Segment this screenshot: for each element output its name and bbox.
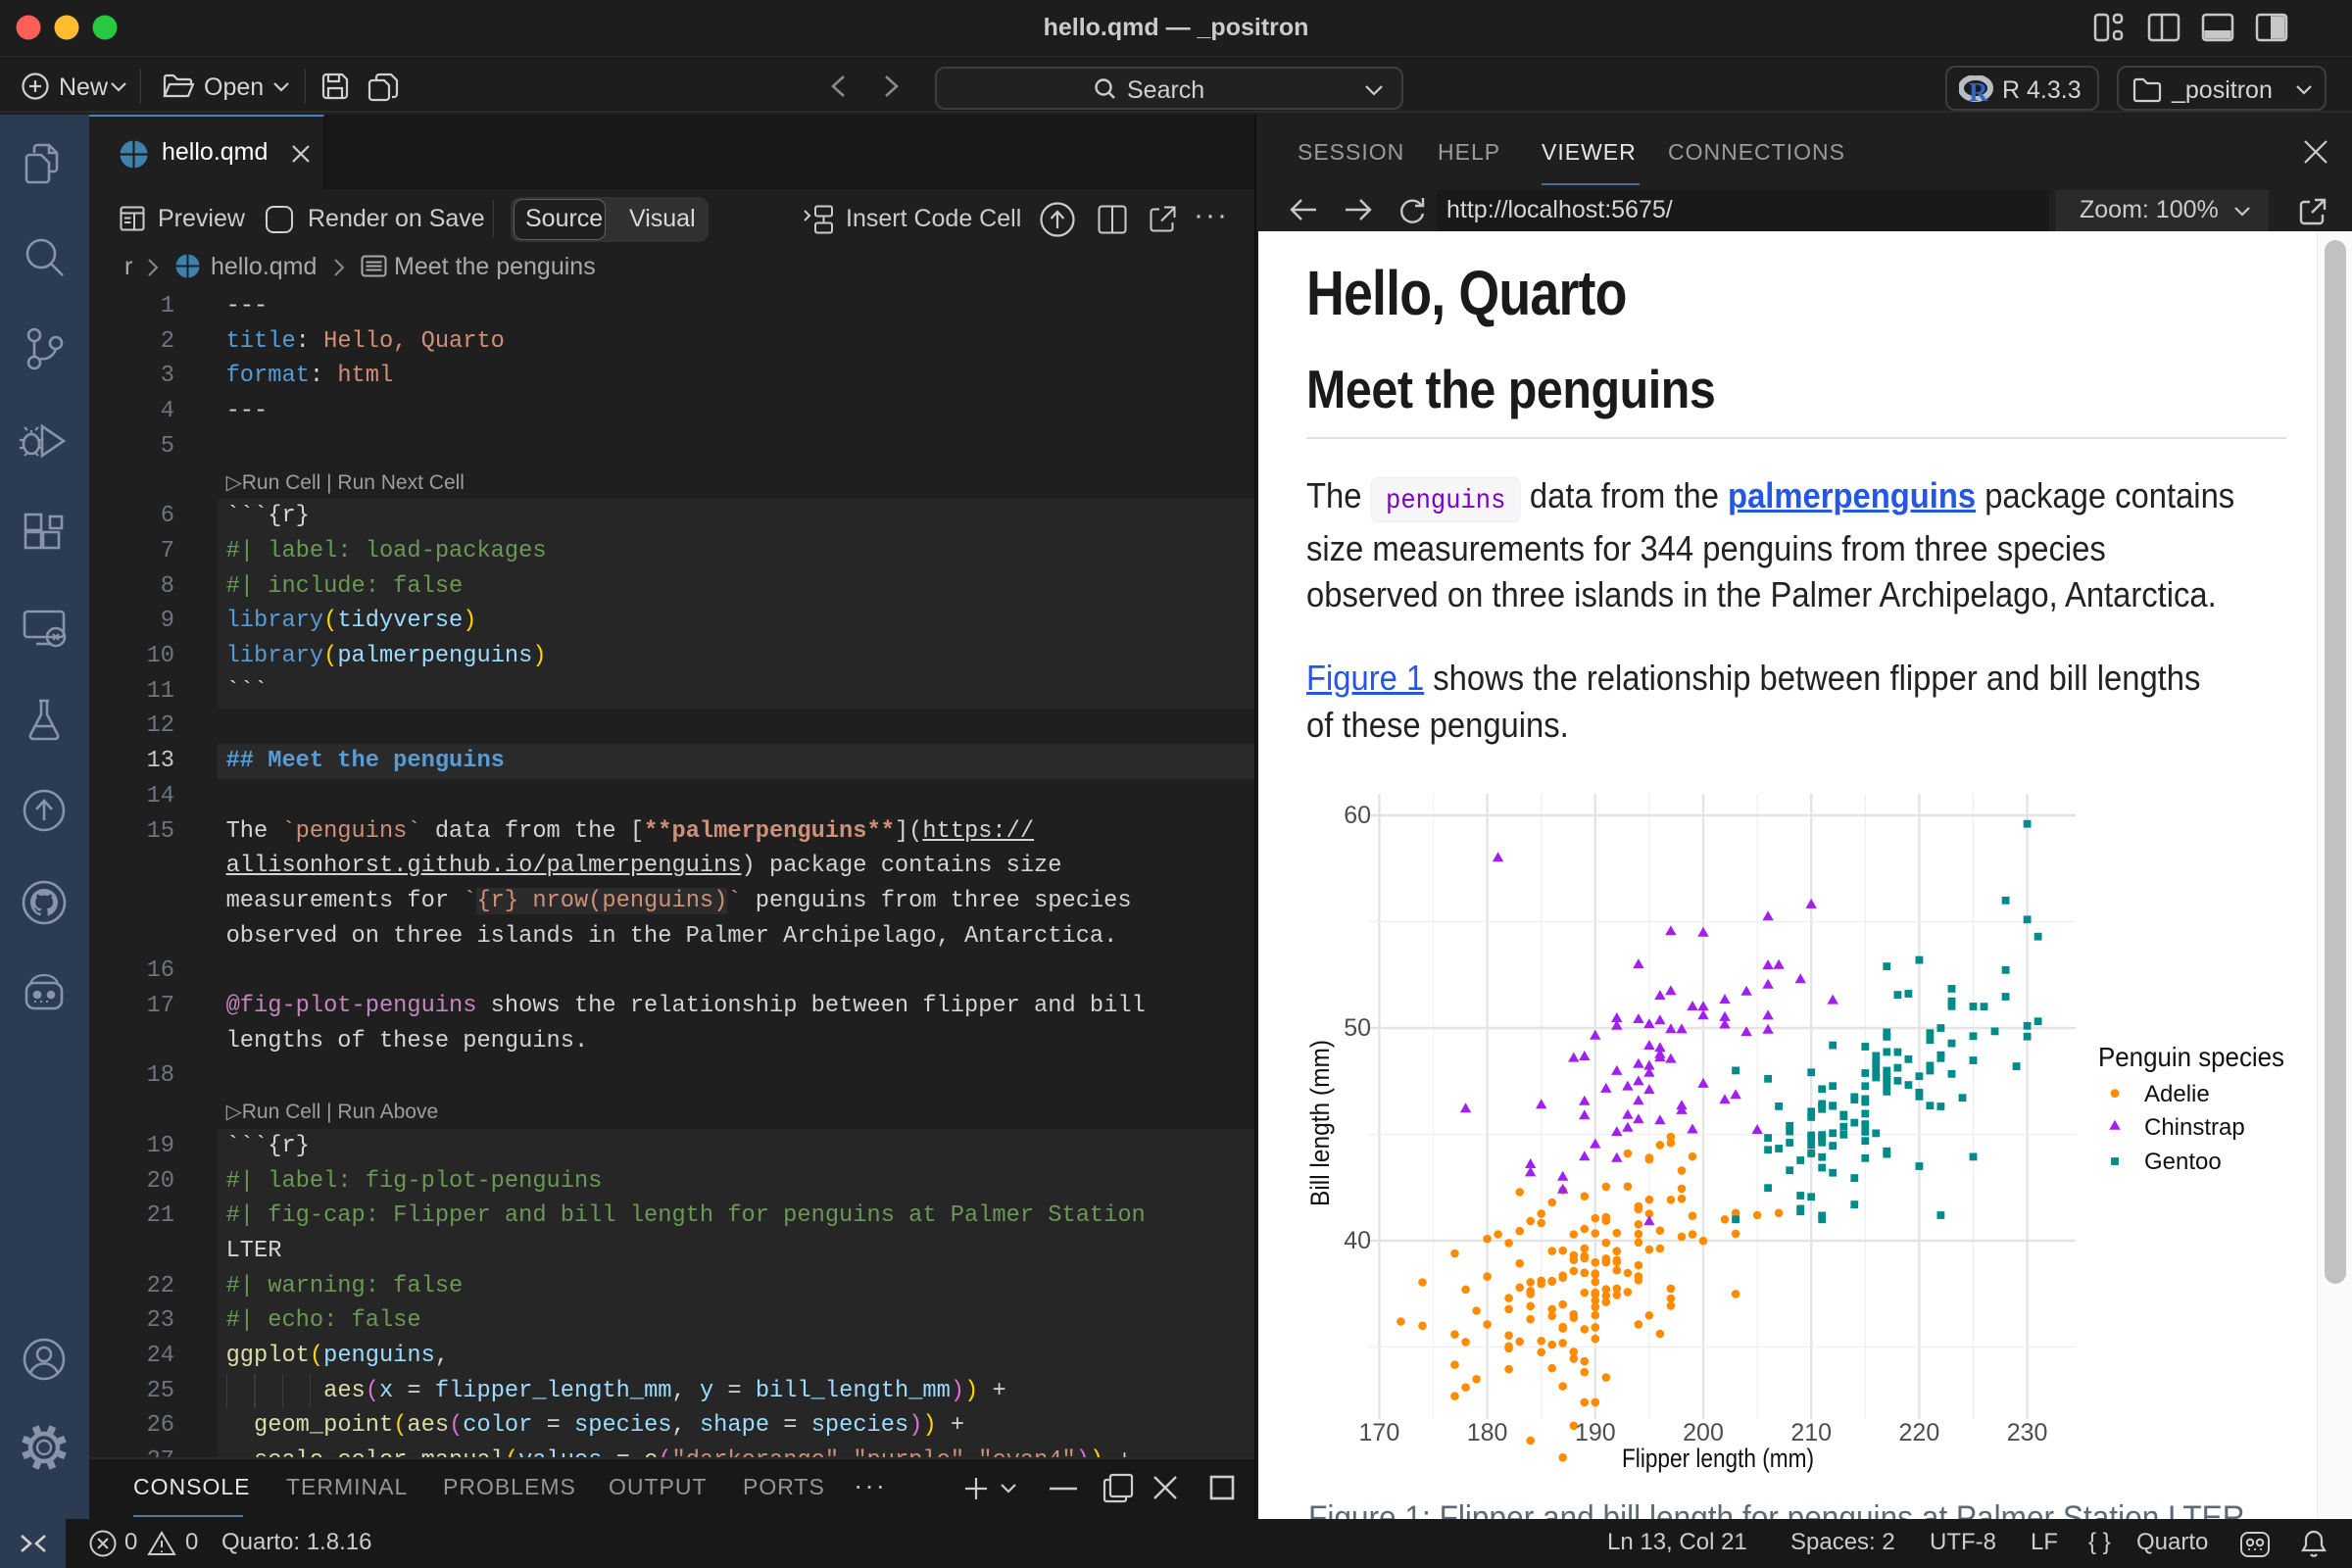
svg-text:180: 180 — [1467, 1419, 1508, 1446]
svg-text:190: 190 — [1575, 1419, 1616, 1446]
svg-text:200: 200 — [1683, 1419, 1724, 1446]
svg-text:230: 230 — [2007, 1419, 2048, 1446]
svg-text:Bill length (mm): Bill length (mm) — [1305, 1040, 1335, 1206]
svg-text:220: 220 — [1899, 1419, 1940, 1446]
svg-text:Flipper length (mm): Flipper length (mm) — [1622, 1444, 1814, 1473]
svg-text:50: 50 — [1344, 1014, 1371, 1042]
svg-text:Chinstrap: Chinstrap — [2144, 1114, 2245, 1141]
svg-text:40: 40 — [1344, 1227, 1371, 1254]
svg-text:Penguin species: Penguin species — [2098, 1042, 2284, 1072]
svg-text:210: 210 — [1790, 1419, 1832, 1446]
svg-text:Adelie: Adelie — [2144, 1081, 2210, 1107]
svg-text:Gentoo: Gentoo — [2144, 1149, 2222, 1175]
svg-text:R: R — [1969, 77, 1988, 105]
svg-text:170: 170 — [1359, 1419, 1400, 1446]
svg-text:60: 60 — [1344, 802, 1371, 829]
